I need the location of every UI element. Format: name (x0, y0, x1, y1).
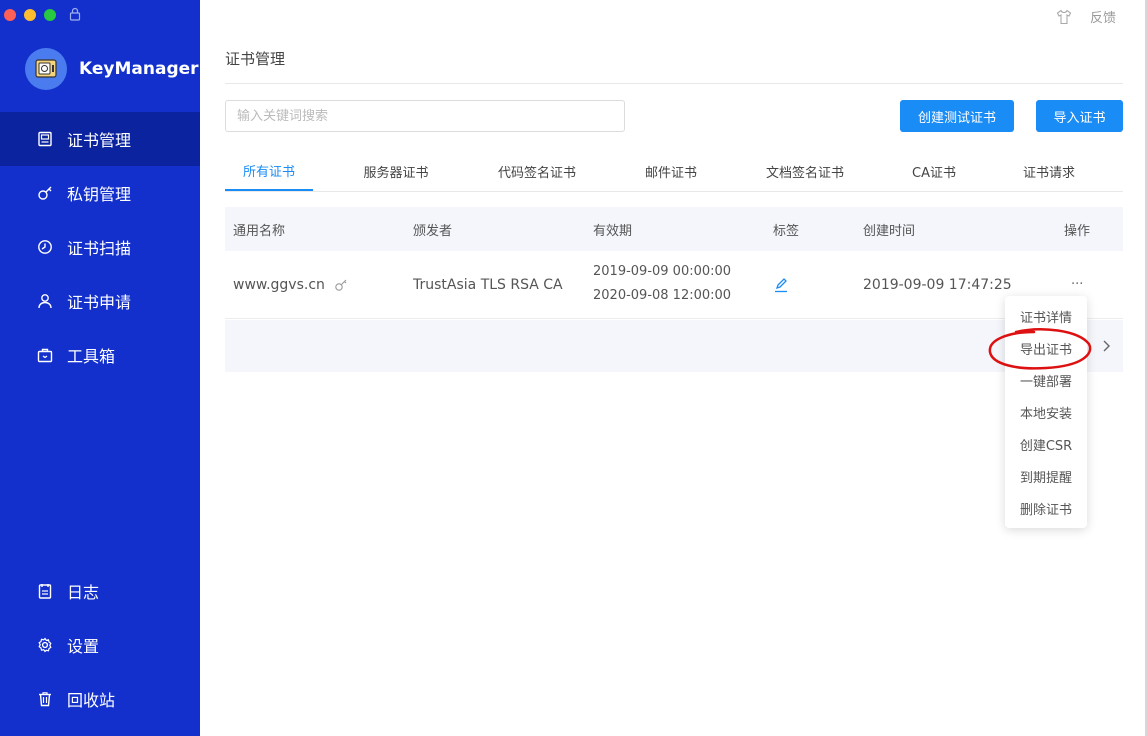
gear-icon (38, 637, 52, 653)
sidebar-item-label: 工具箱 (67, 347, 116, 366)
table-row[interactable]: www.ggvs.cn TrustAsia TLS RSA CA 2019-09… (225, 251, 1123, 319)
tab-document-signing-certificates[interactable]: 文档签名证书 (753, 152, 857, 191)
column-header-created[interactable]: 创建时间 (863, 207, 915, 251)
sidebar-item-label: 证书扫描 (67, 239, 132, 258)
sidebar-bottom-nav: 日志 设置 回收站 (0, 564, 200, 726)
sidebar-item-label: 证书申请 (67, 293, 132, 312)
sidebar-item-toolbox[interactable]: 工具箱 (0, 328, 200, 382)
common-name-text[interactable]: www.ggvs.cn (233, 277, 325, 293)
scan-clock-icon (38, 240, 52, 254)
column-header-tags[interactable]: 标签 (773, 207, 799, 251)
app-brand: KeyManager (25, 48, 199, 90)
sidebar-item-settings[interactable]: 设置 (0, 618, 200, 672)
cell-created: 2019-09-09 17:47:25 (863, 276, 1012, 293)
menu-item-delete-certificate[interactable]: 删除证书 (1005, 492, 1087, 524)
trash-icon (39, 692, 51, 707)
safe-logo-icon (25, 48, 67, 90)
pagination-bar (225, 320, 1123, 372)
app-name: KeyManager (79, 59, 199, 79)
column-header-validity[interactable]: 有效期 (593, 207, 632, 251)
certificate-icon (38, 131, 52, 147)
tab-certificate-requests[interactable]: 证书请求 (1011, 152, 1087, 191)
menu-item-one-click-deploy[interactable]: 一键部署 (1005, 364, 1087, 396)
tab-server-certificates[interactable]: 服务器证书 (351, 152, 441, 191)
valid-from: 2019-09-09 00:00:00 (593, 264, 732, 279)
sidebar-item-certificates[interactable]: 证书管理 (0, 112, 200, 166)
user-icon (38, 294, 52, 309)
sidebar-item-recycle-bin[interactable]: 回收站 (0, 672, 200, 726)
search-input[interactable] (225, 100, 625, 132)
certificate-tabs: 所有证书 服务器证书 代码签名证书 邮件证书 文档签名证书 CA证书 证书请求 (225, 152, 1123, 192)
log-icon (38, 584, 52, 599)
lock-icon (69, 7, 81, 21)
cell-validity: 2019-09-09 00:00:00 2020-09-08 12:00:00 (593, 260, 731, 308)
minimize-window-button[interactable] (24, 9, 36, 21)
tab-ca-certificates[interactable]: CA证书 (899, 152, 969, 191)
toolbox-icon (37, 348, 53, 363)
key-icon (38, 186, 52, 200)
import-certificate-button[interactable]: 导入证书 (1036, 100, 1123, 132)
column-header-common-name[interactable]: 通用名称 (233, 207, 285, 251)
maximize-window-button[interactable] (44, 9, 56, 21)
menu-item-create-csr[interactable]: 创建CSR (1005, 428, 1087, 460)
sidebar-item-label: 设置 (67, 637, 100, 656)
table-header: 通用名称 颁发者 有效期 标签 创建时间 操作 (225, 207, 1123, 251)
page-title: 证书管理 (225, 50, 286, 68)
valid-to: 2020-09-08 12:00:00 (593, 288, 732, 303)
row-action-menu: 证书详情 导出证书 一键部署 本地安装 创建CSR 到期提醒 删除证书 (1005, 296, 1087, 528)
feedback-link[interactable]: 反馈 (1056, 7, 1116, 26)
column-header-actions: 操作 (1064, 223, 1091, 239)
edit-pencil-icon[interactable] (773, 277, 789, 293)
sidebar-item-label: 日志 (67, 583, 100, 602)
divider (225, 83, 1123, 84)
sidebar-item-private-keys[interactable]: 私钥管理 (0, 166, 200, 220)
sidebar-item-label: 证书管理 (67, 131, 132, 150)
tab-code-signing-certificates[interactable]: 代码签名证书 (487, 152, 587, 191)
sidebar-item-label: 私钥管理 (67, 185, 132, 204)
feedback-label: 反馈 (1089, 11, 1116, 26)
menu-item-export-certificate[interactable]: 导出证书 (1005, 332, 1087, 364)
cell-issuer: TrustAsia TLS RSA CA (413, 276, 563, 293)
menu-item-expiry-reminder[interactable]: 到期提醒 (1005, 460, 1087, 492)
sidebar-item-scan[interactable]: 证书扫描 (0, 220, 200, 274)
key-icon (335, 279, 347, 291)
tab-all-certificates[interactable]: 所有证书 (225, 152, 313, 191)
sidebar-item-apply[interactable]: 证书申请 (0, 274, 200, 328)
chevron-right-icon[interactable] (1101, 339, 1113, 353)
sidebar-item-label: 回收站 (67, 691, 116, 710)
tab-email-certificates[interactable]: 邮件证书 (633, 152, 709, 191)
window-controls (4, 9, 56, 21)
menu-item-local-install[interactable]: 本地安装 (1005, 396, 1087, 428)
create-test-certificate-button[interactable]: 创建测试证书 (900, 100, 1014, 132)
sidebar-nav: 证书管理 私钥管理 证书扫描 证书申请 工具箱 (0, 112, 200, 382)
shirt-icon (1056, 9, 1072, 24)
sidebar-item-log[interactable]: 日志 (0, 564, 200, 618)
sidebar: KeyManager 证书管理 私钥管理 证书扫描 证书申请 工具箱 日志 设置… (0, 0, 200, 736)
menu-item-certificate-details[interactable]: 证书详情 (1005, 300, 1087, 332)
column-header-issuer[interactable]: 颁发者 (413, 207, 452, 251)
cell-tags (773, 251, 789, 318)
close-window-button[interactable] (4, 9, 16, 21)
cell-common-name: www.ggvs.cn (233, 251, 348, 318)
